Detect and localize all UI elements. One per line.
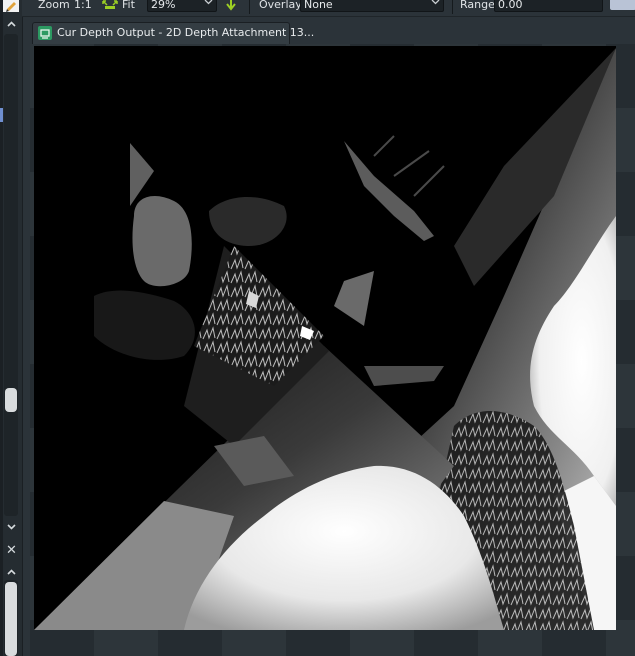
toolbar-separator [452, 0, 453, 14]
scrollbar-thumb-2[interactable] [5, 582, 17, 656]
tab-label: Cur Depth Output - 2D Depth Attachment 1… [57, 26, 315, 39]
viewer-toolbar: Zoom 1:1 Fit 29% Overlay None Range 0.00 [22, 0, 635, 17]
chevron-down-icon[interactable] [5, 520, 18, 533]
range-label: Range [460, 0, 495, 11]
depth-texture-image [34, 46, 616, 630]
zoom-select[interactable]: 29% [147, 0, 217, 12]
zoom-value: 29% [151, 0, 176, 11]
pencil-icon[interactable] [3, 0, 19, 12]
close-icon[interactable]: ✕ [5, 544, 18, 558]
scrollbar-thumb[interactable] [5, 388, 17, 412]
gutter-edge [0, 0, 3, 656]
selection-marker [0, 108, 3, 122]
zoom-1to1-button[interactable]: 1:1 [74, 0, 92, 12]
range-min-value: 0.00 [498, 0, 523, 11]
chevron-up-icon[interactable] [5, 18, 18, 31]
overlay-label: Overlay [259, 0, 302, 11]
toolbar-separator [249, 0, 250, 14]
texture-icon [38, 26, 52, 40]
vertical-scrollbar[interactable] [4, 34, 18, 516]
chevron-down-icon [204, 0, 213, 12]
overlay-value: None [304, 0, 333, 11]
chevron-up-icon[interactable] [5, 566, 18, 579]
chevron-down-icon [431, 0, 440, 12]
viewer-tabbar: Cur Depth Output - 2D Depth Attachment 1… [30, 22, 635, 44]
range-color-swatch[interactable] [610, 0, 635, 10]
tab-cur-depth-output[interactable]: Cur Depth Output - 2D Depth Attachment 1… [32, 22, 314, 44]
overlay-select[interactable]: None [300, 0, 444, 12]
down-arrow-icon[interactable] [225, 0, 237, 11]
range-min-input[interactable]: 0.00 [494, 0, 603, 12]
fit-icon[interactable] [102, 0, 118, 10]
fit-button-label[interactable]: Fit [122, 0, 135, 12]
texture-viewer-window: ✕ Zoom 1:1 Fit 29% Overlay None Range 0.… [0, 0, 635, 656]
texture-canvas[interactable] [30, 44, 635, 656]
zoom-label: Zoom [38, 0, 70, 11]
left-side-panel: ✕ [0, 0, 23, 656]
